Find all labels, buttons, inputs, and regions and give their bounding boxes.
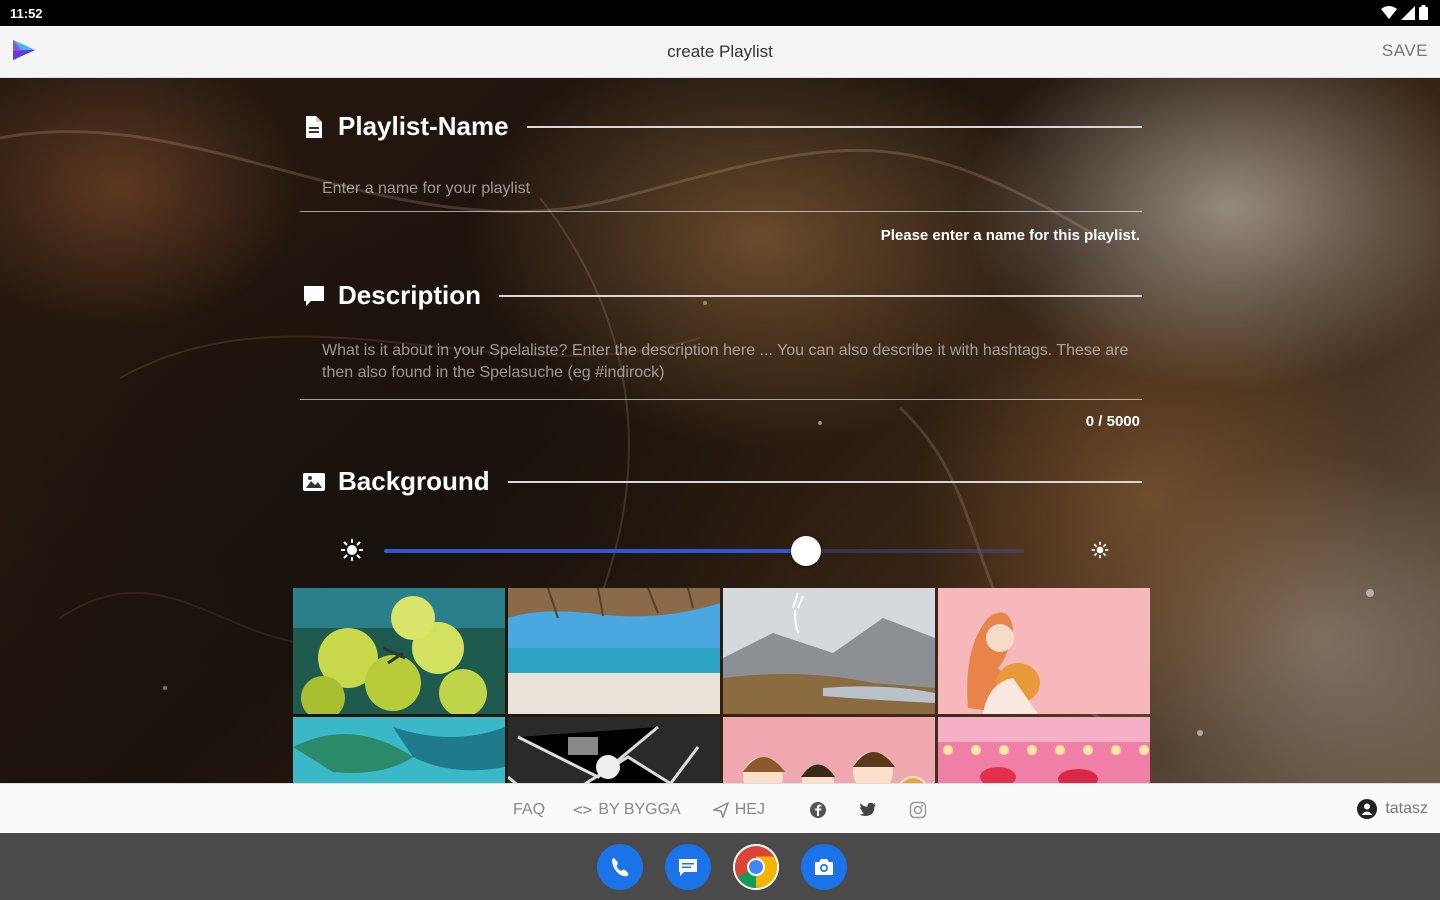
- playlist-name-heading: Playlist-Name: [302, 111, 1142, 142]
- document-icon: [306, 115, 322, 138]
- thumb-green-fruits[interactable]: [293, 588, 505, 714]
- status-bar: 11:52: [0, 0, 1440, 26]
- heading-label: Description: [338, 280, 482, 310]
- by-bygga-link[interactable]: <> BY BYGGA: [573, 800, 681, 819]
- comment-icon: [304, 285, 324, 306]
- twitter-icon[interactable]: [859, 802, 877, 818]
- chrome-app-icon[interactable]: [733, 844, 779, 890]
- main-content: Playlist-Name Please enter a name for th…: [0, 78, 1440, 783]
- dock-apps: [597, 844, 847, 890]
- heading-divider: [526, 125, 1142, 128]
- playlist-name-helper: Please enter a name for this playlist.: [880, 227, 1140, 244]
- heading-divider: [507, 480, 1142, 483]
- hej-label: HEJ: [734, 800, 765, 818]
- heading-label: Playlist-Name: [338, 111, 509, 141]
- thumb-beach[interactable]: [508, 588, 720, 714]
- faq-label: FAQ: [513, 800, 546, 818]
- brightness-low-icon: [341, 539, 363, 561]
- playlist-name-field: [300, 174, 1142, 212]
- footer-bar: FAQ <> BY BYGGA HEJ tatasz: [0, 783, 1440, 833]
- footer-links: FAQ <> BY BYGGA HEJ: [0, 800, 1440, 819]
- instagram-icon[interactable]: [909, 801, 927, 819]
- background-heading: Background: [302, 466, 1142, 497]
- system-dock: [0, 833, 1440, 900]
- page-title: create Playlist: [667, 42, 773, 61]
- slider-track[interactable]: [384, 536, 1024, 566]
- thumb-bw-sketch[interactable]: [508, 717, 720, 783]
- username: tatasz: [1385, 800, 1428, 817]
- heading-divider: [499, 294, 1142, 297]
- thumb-foggy-lake[interactable]: [723, 588, 935, 714]
- thumb-pink-illustration[interactable]: [938, 588, 1150, 714]
- playlist-name-input[interactable]: [300, 174, 1142, 204]
- background-thumbnail-grid: [293, 588, 1150, 783]
- description-counter: 0 / 5000: [1085, 413, 1140, 430]
- status-icons: [1381, 5, 1428, 20]
- description-field: [300, 340, 1142, 400]
- heading-label: Background: [338, 466, 490, 496]
- hej-link[interactable]: HEJ: [712, 800, 765, 819]
- messages-app-icon[interactable]: [665, 844, 711, 890]
- image-icon: [303, 472, 325, 491]
- status-time: 11:52: [10, 6, 43, 21]
- thumb-pink-lights[interactable]: [938, 717, 1150, 783]
- user-icon: [1357, 799, 1378, 819]
- by-bygga-label: BY BYGGA: [598, 800, 681, 818]
- signal-icon: [1401, 5, 1415, 20]
- camera-app-icon[interactable]: [801, 844, 847, 890]
- battery-icon: [1419, 5, 1428, 20]
- save-button[interactable]: SAVE: [1382, 41, 1428, 61]
- brightness-slider[interactable]: [340, 530, 1115, 570]
- slider-fill: [384, 549, 807, 553]
- wifi-icon: [1381, 5, 1397, 19]
- facebook-icon[interactable]: [809, 801, 827, 819]
- thumb-teal-leaves[interactable]: [293, 717, 505, 783]
- phone-app-icon[interactable]: [597, 844, 643, 890]
- thumb-cartoon-kids[interactable]: [723, 717, 935, 783]
- app-bar: create Playlist SAVE: [0, 26, 1440, 78]
- faq-link[interactable]: FAQ: [513, 801, 545, 819]
- description-input[interactable]: [300, 340, 1142, 392]
- code-icon: <>: [573, 800, 593, 819]
- send-icon: [712, 801, 729, 818]
- description-heading: Description: [302, 280, 1142, 311]
- slider-thumb[interactable]: [791, 536, 822, 566]
- user-account[interactable]: tatasz: [1357, 799, 1428, 819]
- brightness-high-icon: [1091, 541, 1109, 559]
